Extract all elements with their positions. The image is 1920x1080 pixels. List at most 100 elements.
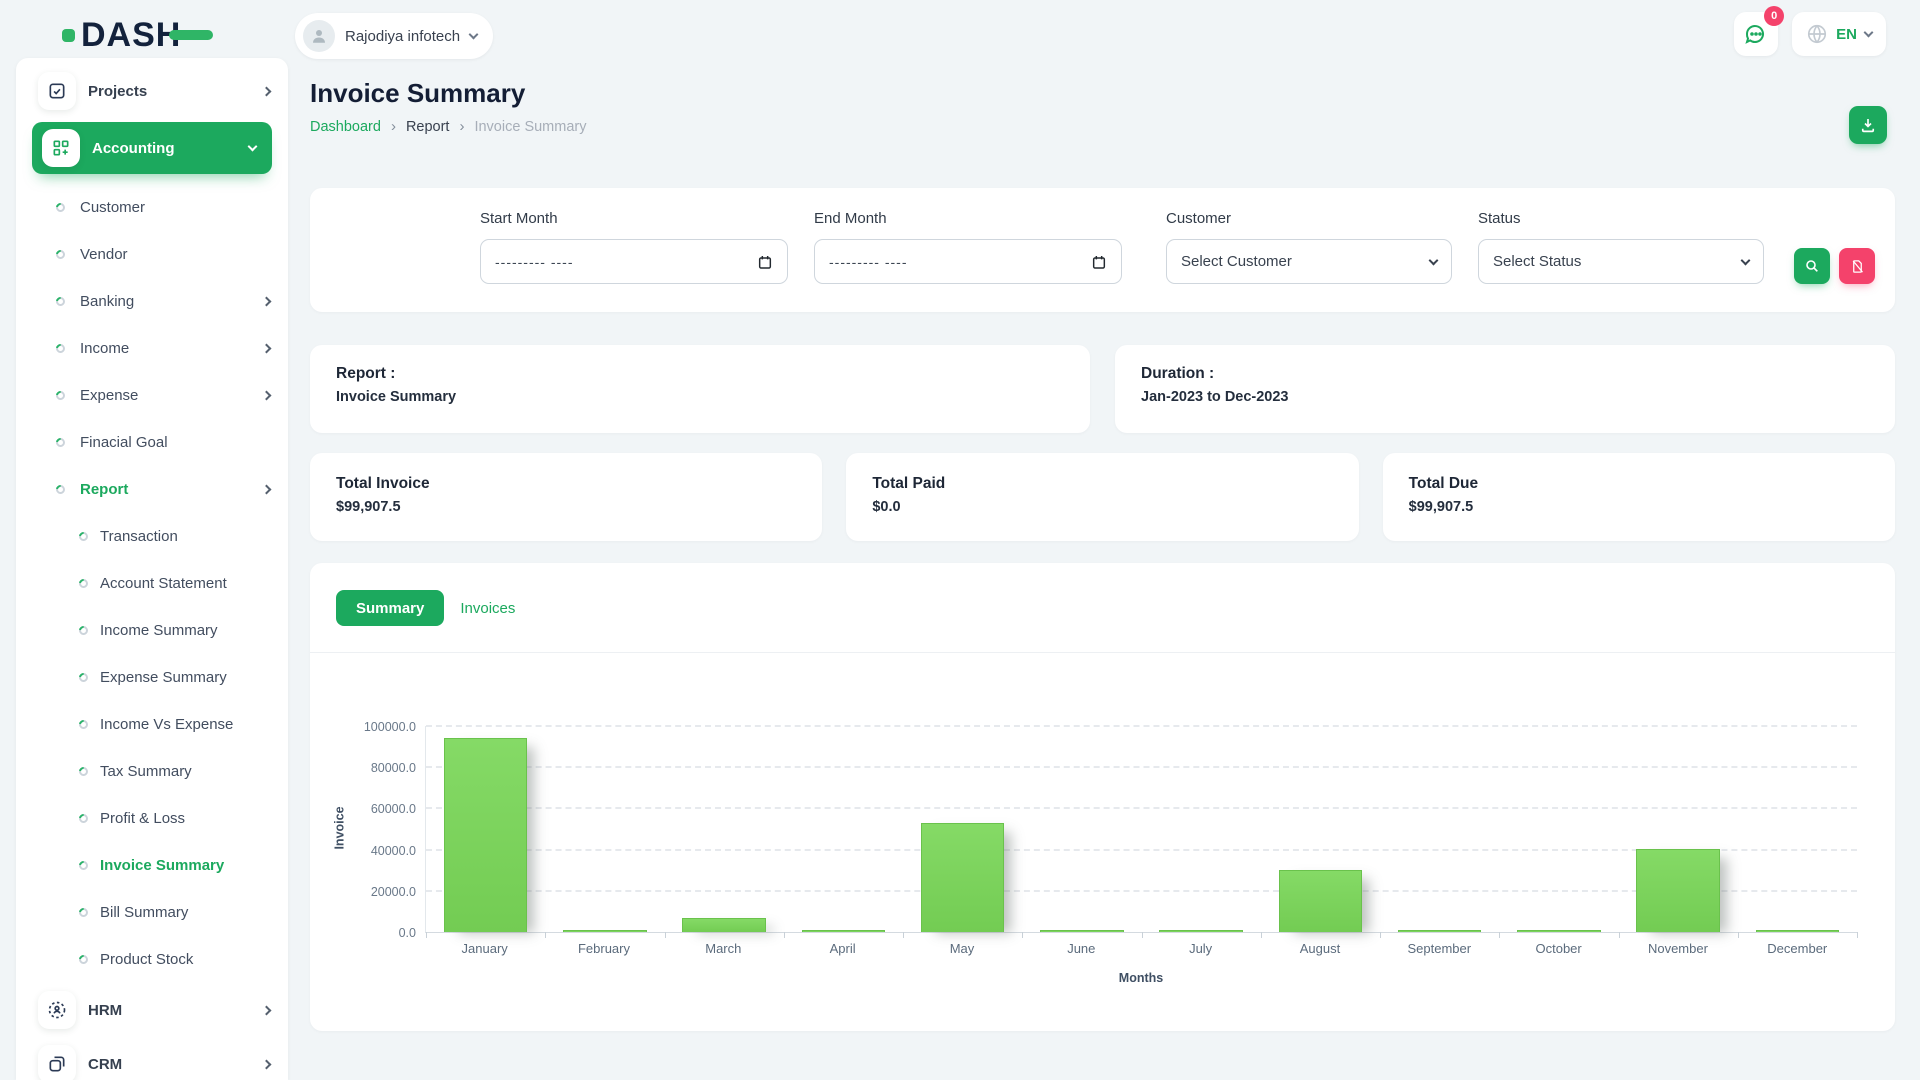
tab-invoices[interactable]: Invoices	[460, 600, 515, 617]
chart-x-labels: JanuaryFebruaryMarchAprilMayJuneJulyAugu…	[425, 941, 1857, 956]
chevron-down-icon	[248, 142, 258, 152]
sidebar-item-label: Income	[80, 340, 263, 357]
sidebar-item-accounting[interactable]: Accounting	[32, 122, 272, 174]
chevron-right-icon	[262, 1005, 272, 1015]
sidebar-item-income[interactable]: Income	[16, 325, 288, 372]
projects-icon	[38, 72, 76, 110]
bullet-icon	[77, 812, 90, 825]
sidebar-item-label: Income Summary	[100, 622, 270, 639]
end-month-field: End Month --------- ----	[814, 210, 1122, 284]
customer-label: Customer	[1166, 210, 1452, 227]
bullet-icon	[54, 389, 67, 402]
sidebar-item-invoice-summary[interactable]: Invoice Summary	[16, 842, 288, 889]
accounting-icon	[42, 129, 80, 167]
apply-filter-button[interactable]	[1794, 248, 1830, 284]
y-tick-label: 20000.0	[371, 885, 416, 899]
company-name: Rajodiya infotech	[345, 28, 460, 45]
x-tick-label: April	[783, 941, 902, 956]
y-tick-label: 80000.0	[371, 761, 416, 775]
x-tick-label: October	[1499, 941, 1618, 956]
bullet-icon	[77, 765, 90, 778]
bullet-icon	[77, 859, 90, 872]
chart-x-axis-title: Months	[425, 971, 1857, 985]
sidebar-item-label: Invoice Summary	[100, 857, 270, 874]
bar-august	[1261, 726, 1380, 932]
sidebar-item-label: Bill Summary	[100, 904, 270, 921]
bar-february	[545, 726, 664, 932]
sidebar-item-expense[interactable]: Expense	[16, 372, 288, 419]
sidebar: Projects Accounting Customer Vendor Bank…	[16, 58, 288, 1080]
bar-april	[784, 726, 903, 932]
sidebar-item-report[interactable]: Report	[16, 466, 288, 513]
breadcrumb-dashboard[interactable]: Dashboard	[310, 119, 381, 135]
status-selected-value: Select Status	[1493, 253, 1581, 270]
total-paid-label: Total Paid	[872, 475, 1332, 493]
breadcrumb-separator: ›	[459, 118, 464, 135]
sidebar-item-projects[interactable]: Projects	[16, 66, 288, 116]
chevron-down-icon	[1864, 28, 1874, 38]
sidebar-item-hrm[interactable]: HRM	[16, 983, 288, 1037]
chevron-down-icon	[1429, 255, 1439, 265]
bullet-icon	[77, 906, 90, 919]
breadcrumb-report[interactable]: Report	[406, 119, 450, 135]
reset-filter-button[interactable]	[1839, 248, 1875, 284]
status-select[interactable]: Select Status	[1478, 239, 1764, 284]
bar-may	[903, 726, 1022, 932]
chevron-right-icon	[262, 485, 272, 495]
bar-july	[1142, 726, 1261, 932]
report-info-label: Report :	[336, 365, 1064, 383]
x-tick-label: March	[664, 941, 783, 956]
chart-card: Summary Invoices Invoice 0.020000.040000…	[310, 563, 1895, 1031]
sidebar-item-bill-summary[interactable]: Bill Summary	[16, 889, 288, 936]
bar-november	[1619, 726, 1738, 932]
sidebar-item-label: Banking	[80, 293, 263, 310]
total-paid-card: Total Paid $0.0	[846, 453, 1358, 541]
sidebar-item-profit-loss[interactable]: Profit & Loss	[16, 795, 288, 842]
sidebar-item-income-vs-expense[interactable]: Income Vs Expense	[16, 701, 288, 748]
language-selector[interactable]: EN	[1792, 12, 1886, 56]
file-slash-icon	[1850, 259, 1865, 274]
total-due-label: Total Due	[1409, 475, 1869, 493]
sidebar-item-tax-summary[interactable]: Tax Summary	[16, 748, 288, 795]
bullet-icon	[77, 577, 90, 590]
end-month-input[interactable]: --------- ----	[814, 239, 1122, 284]
bullet-icon	[77, 718, 90, 731]
x-tick-label: July	[1141, 941, 1260, 956]
messages-button[interactable]: 0	[1734, 12, 1778, 56]
sidebar-item-expense-summary[interactable]: Expense Summary	[16, 654, 288, 701]
breadcrumb-separator: ›	[391, 118, 396, 135]
company-switcher[interactable]: Rajodiya infotech	[295, 13, 493, 59]
calendar-icon[interactable]	[757, 254, 773, 270]
customer-selected-value: Select Customer	[1181, 253, 1292, 270]
sidebar-item-customer[interactable]: Customer	[16, 184, 288, 231]
sidebar-item-transaction[interactable]: Transaction	[16, 513, 288, 560]
customer-select[interactable]: Select Customer	[1166, 239, 1452, 284]
total-due-value: $99,907.5	[1409, 499, 1869, 515]
customer-field: Customer Select Customer	[1166, 210, 1452, 284]
start-month-input[interactable]: --------- ----	[480, 239, 788, 284]
sidebar-item-label: Expense Summary	[100, 669, 270, 686]
sidebar-item-product-stock[interactable]: Product Stock	[16, 936, 288, 983]
messages-badge: 0	[1764, 6, 1784, 26]
sidebar-item-label: Tax Summary	[100, 763, 270, 780]
sidebar-item-crm[interactable]: CRM	[16, 1037, 288, 1080]
sidebar-item-label: Finacial Goal	[80, 434, 270, 451]
sidebar-item-income-summary[interactable]: Income Summary	[16, 607, 288, 654]
status-field: Status Select Status	[1478, 210, 1764, 284]
total-due-card: Total Due $99,907.5	[1383, 453, 1895, 541]
download-button[interactable]	[1849, 106, 1887, 144]
sidebar-item-banking[interactable]: Banking	[16, 278, 288, 325]
sidebar-item-label: Report	[80, 481, 263, 498]
total-paid-value: $0.0	[872, 499, 1332, 515]
language-code: EN	[1836, 26, 1857, 43]
calendar-icon[interactable]	[1091, 254, 1107, 270]
chevron-right-icon	[262, 391, 272, 401]
sidebar-item-account-statement[interactable]: Account Statement	[16, 560, 288, 607]
sidebar-item-finacial-goal[interactable]: Finacial Goal	[16, 419, 288, 466]
tab-summary[interactable]: Summary	[336, 590, 444, 626]
sidebar-item-label: Account Statement	[100, 575, 270, 592]
bullet-icon	[77, 671, 90, 684]
sidebar-item-vendor[interactable]: Vendor	[16, 231, 288, 278]
chevron-right-icon	[262, 86, 272, 96]
filter-card: Start Month --------- ---- End Month ---…	[310, 188, 1895, 312]
